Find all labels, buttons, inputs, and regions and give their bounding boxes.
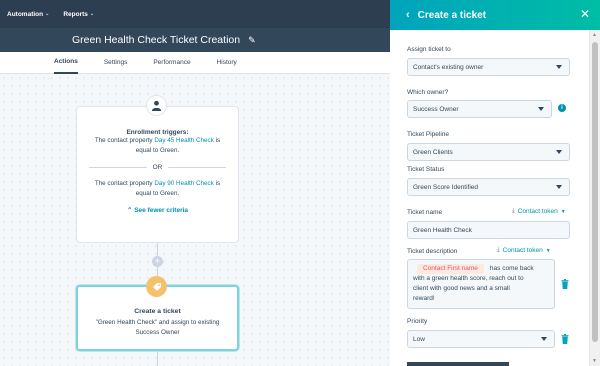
trigger-2-property-link[interactable]: Day 90 Health Check [154, 180, 214, 187]
description-text-1: has come back [489, 265, 534, 272]
tag-icon-svg [152, 282, 161, 291]
trigger-1-suffix: is [215, 137, 221, 144]
nav-reports[interactable]: Reports ⌄ [63, 11, 94, 18]
caret-down-icon: ▼ [545, 247, 551, 254]
workflow-tabs: Actions Settings Performance History [0, 52, 390, 74]
trigger-2-prefix: The contact property [94, 180, 153, 187]
description-line-3: client with good news and a small [413, 285, 510, 292]
ticket-description-textarea[interactable]: Contact First name has come back with a g… [407, 259, 555, 309]
chevron-down-icon: ⌄ [89, 11, 95, 17]
divider-line [168, 167, 226, 168]
divider-line [89, 167, 147, 168]
chevron-up-icon: ⌃ [126, 207, 133, 214]
contact-token-label: Contact token [502, 247, 543, 254]
workflow-title-bar: Green Health Check Ticket Creation ✎ [0, 28, 390, 52]
which-owner-label: Which owner? [407, 89, 449, 96]
delete-description-trash-icon[interactable] [561, 279, 569, 289]
ticket-pipeline-select[interactable]: Green Clients [407, 143, 570, 161]
priority-select[interactable]: Low [407, 330, 555, 348]
info-icon[interactable]: i [558, 104, 566, 112]
or-divider: OR [89, 164, 226, 171]
ticket-status-select[interactable]: Green Score Identified [407, 178, 570, 196]
create-ticket-panel [390, 30, 600, 366]
ticket-status-value: Green Score Identified [413, 183, 479, 191]
ticket-status-label: Ticket Status [407, 166, 445, 173]
delete-priority-trash-icon[interactable] [561, 334, 569, 344]
description-line-1: Contact First name has come back [413, 264, 549, 274]
caret-down-icon [541, 337, 547, 341]
panel-scrollbar[interactable]: ▲ ▼ [589, 30, 600, 366]
caret-down-icon [538, 107, 544, 111]
which-owner-value: Success Owner [413, 105, 459, 113]
download-token-icon: ⤓ [512, 208, 515, 214]
action-heading: Create a ticket [134, 308, 181, 315]
ticket-tag-icon [146, 276, 167, 297]
user-icon-svg [151, 100, 162, 111]
panel-title: Create a ticket [417, 9, 487, 21]
workflow-title: Green Health Check Ticket Creation [72, 34, 241, 46]
edit-pencil-icon[interactable]: ✎ [248, 35, 256, 46]
ticket-pipeline-value: Green Clients [413, 148, 453, 156]
contact-first-name-token-chip[interactable]: Contact First name [417, 264, 484, 274]
nav-automation[interactable]: Automation ⌄ [7, 11, 49, 18]
trigger-1-property-link[interactable]: Day 45 Health Check [154, 137, 214, 144]
tab-performance[interactable]: Performance [153, 52, 190, 74]
panel-header: ‹ Create a ticket ✕ [390, 0, 600, 30]
trigger-2-line: The contact property Day 90 Health Check… [77, 179, 238, 189]
assign-ticket-select[interactable]: Contact's existing owner [407, 58, 570, 76]
ticket-pipeline-label: Ticket Pipeline [407, 131, 450, 138]
priority-value: Low [413, 335, 425, 343]
trigger-1-line2: equal to Green. [135, 147, 180, 154]
or-label: OR [152, 164, 163, 171]
add-action-plus-icon[interactable]: + [152, 256, 163, 267]
caret-down-icon [556, 150, 562, 154]
action-description-line1: "Green Health Check" and assign to exist… [95, 319, 220, 326]
top-navigation: Automation ⌄ Reports ⌄ [0, 0, 390, 28]
see-fewer-label: See fewer criteria [134, 207, 189, 214]
scroll-up-arrow-icon[interactable]: ▲ [592, 32, 597, 38]
tab-actions[interactable]: Actions [54, 52, 78, 74]
ticket-description-label: Ticket description [407, 248, 458, 255]
contact-user-icon [146, 95, 167, 116]
download-token-icon: ⤓ [497, 247, 500, 253]
caret-down-icon [556, 185, 562, 189]
caret-down-icon [556, 65, 562, 69]
trigger-2-suffix: is [215, 180, 221, 187]
see-fewer-criteria-link[interactable]: ⌃ See fewer criteria [77, 206, 238, 214]
action-description-line2: Success Owner [135, 329, 180, 336]
ticket-name-value: Green Health Check [413, 226, 472, 234]
enrollment-trigger-card[interactable]: Enrollment triggers: The contact propert… [76, 106, 239, 243]
trigger-1-line: The contact property Day 45 Health Check… [77, 136, 238, 146]
description-line-4: reward! [413, 295, 435, 302]
which-owner-select[interactable]: Success Owner [407, 100, 552, 118]
ticket-name-label: Ticket name [407, 209, 443, 216]
caret-down-icon: ▼ [560, 208, 566, 215]
trigger-2-line2: equal to Green. [135, 190, 180, 197]
description-line-2: with a green health score, reach out to [413, 275, 524, 282]
save-button-edge[interactable] [407, 362, 509, 366]
nav-automation-label: Automation [7, 10, 44, 18]
chevron-down-icon: ⌄ [45, 11, 50, 17]
assign-ticket-value: Contact's existing owner [413, 63, 484, 71]
tab-history[interactable]: History [217, 52, 237, 74]
ticket-name-contact-token[interactable]: ⤓ Contact token ▼ [512, 208, 566, 215]
close-icon[interactable]: ✕ [580, 7, 590, 21]
nav-reports-label: Reports [63, 10, 88, 18]
scroll-down-arrow-icon[interactable]: ▼ [592, 358, 597, 364]
scrollbar-thumb[interactable] [592, 42, 598, 342]
enrollment-heading: Enrollment triggers: [126, 129, 189, 136]
workflow-connector [157, 351, 158, 366]
trigger-1-prefix: The contact property [94, 137, 153, 144]
tab-settings[interactable]: Settings [104, 52, 128, 74]
priority-label: Priority [407, 318, 428, 325]
ticket-description-contact-token[interactable]: ⤓ Contact token ▼ [497, 247, 551, 254]
ticket-name-input[interactable]: Green Health Check [407, 221, 570, 239]
assign-ticket-label: Assign ticket to [407, 46, 451, 53]
contact-token-label: Contact token [517, 208, 558, 215]
back-chevron-icon[interactable]: ‹ [406, 9, 410, 21]
